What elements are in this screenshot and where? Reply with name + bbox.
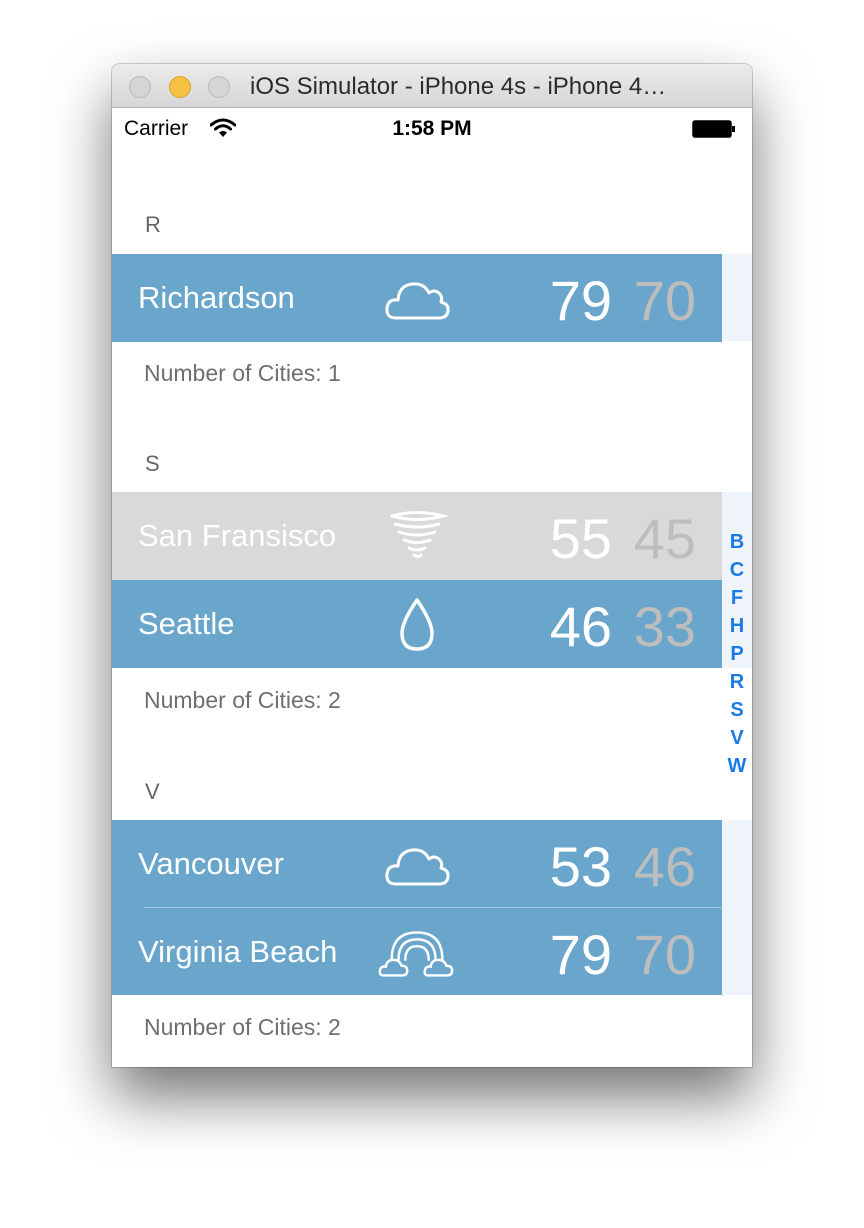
city-name: Seattle bbox=[138, 606, 235, 641]
section-footer-r: Number of Cities: 1 bbox=[144, 360, 341, 386]
index-letter[interactable]: B bbox=[722, 528, 752, 556]
tornado-icon bbox=[390, 511, 449, 558]
cloud-icon bbox=[385, 848, 450, 886]
high-temp: 46 bbox=[549, 595, 612, 658]
device-screen: Carrier 1:58 PM R Richardson 79 70 Numbe… bbox=[112, 108, 752, 1067]
city-row-seattle[interactable]: Seattle 46 33 bbox=[112, 580, 722, 668]
battery-icon bbox=[692, 120, 735, 138]
high-temp: 79 bbox=[549, 269, 612, 332]
section-header-r: R bbox=[145, 212, 161, 237]
city-name: Richardson bbox=[138, 280, 295, 315]
low-temp: 70 bbox=[633, 923, 696, 986]
section-index[interactable]: B C F H P R S V W bbox=[722, 528, 752, 780]
city-name: Virginia Beach bbox=[138, 934, 338, 969]
status-time: 1:58 PM bbox=[392, 117, 472, 140]
city-row-vancouver[interactable]: Vancouver 53 46 bbox=[112, 820, 722, 908]
index-letter[interactable]: H bbox=[722, 612, 752, 640]
cloud-icon bbox=[385, 282, 450, 320]
index-letter[interactable]: C bbox=[722, 556, 752, 584]
simulator-window: iOS Simulator - iPhone 4s - iPhone 4… Ca… bbox=[112, 64, 752, 1067]
rainbow-clouds-icon bbox=[378, 931, 454, 977]
index-letter[interactable]: S bbox=[722, 696, 752, 724]
index-strip bbox=[722, 820, 752, 995]
window-titlebar: iOS Simulator - iPhone 4s - iPhone 4… bbox=[112, 64, 752, 108]
zoom-window-button[interactable] bbox=[208, 76, 230, 98]
low-temp: 45 bbox=[633, 507, 696, 570]
index-letter[interactable]: R bbox=[722, 668, 752, 696]
high-temp: 53 bbox=[549, 835, 612, 898]
index-strip bbox=[722, 254, 752, 341]
city-row-richardson[interactable]: Richardson 79 70 bbox=[112, 254, 722, 342]
section-footer-v: Number of Cities: 2 bbox=[144, 1014, 341, 1040]
low-temp: 46 bbox=[633, 835, 696, 898]
raindrop-icon bbox=[400, 598, 434, 651]
city-row-virginia-beach[interactable]: Virginia Beach 79 70 bbox=[112, 908, 722, 995]
city-name: San Fransisco bbox=[138, 518, 337, 553]
close-window-button[interactable] bbox=[129, 76, 151, 98]
high-temp: 55 bbox=[549, 507, 612, 570]
section-header-s: S bbox=[145, 451, 160, 476]
index-letter[interactable]: V bbox=[722, 724, 752, 752]
city-row-san-fransisco[interactable]: San Fransisco 55 45 bbox=[112, 492, 722, 580]
low-temp: 70 bbox=[633, 269, 696, 332]
window-title: iOS Simulator - iPhone 4s - iPhone 4… bbox=[250, 73, 667, 100]
minimize-window-button[interactable] bbox=[169, 76, 191, 98]
section-header-v: V bbox=[145, 779, 160, 804]
status-bar: Carrier 1:58 PM bbox=[112, 108, 752, 148]
low-temp: 33 bbox=[633, 595, 696, 658]
index-letter[interactable]: F bbox=[722, 584, 752, 612]
index-letter[interactable]: P bbox=[722, 640, 752, 668]
section-footer-s: Number of Cities: 2 bbox=[144, 687, 341, 713]
city-name: Vancouver bbox=[138, 846, 284, 881]
index-letter[interactable]: W bbox=[722, 752, 752, 780]
high-temp: 79 bbox=[549, 923, 612, 986]
